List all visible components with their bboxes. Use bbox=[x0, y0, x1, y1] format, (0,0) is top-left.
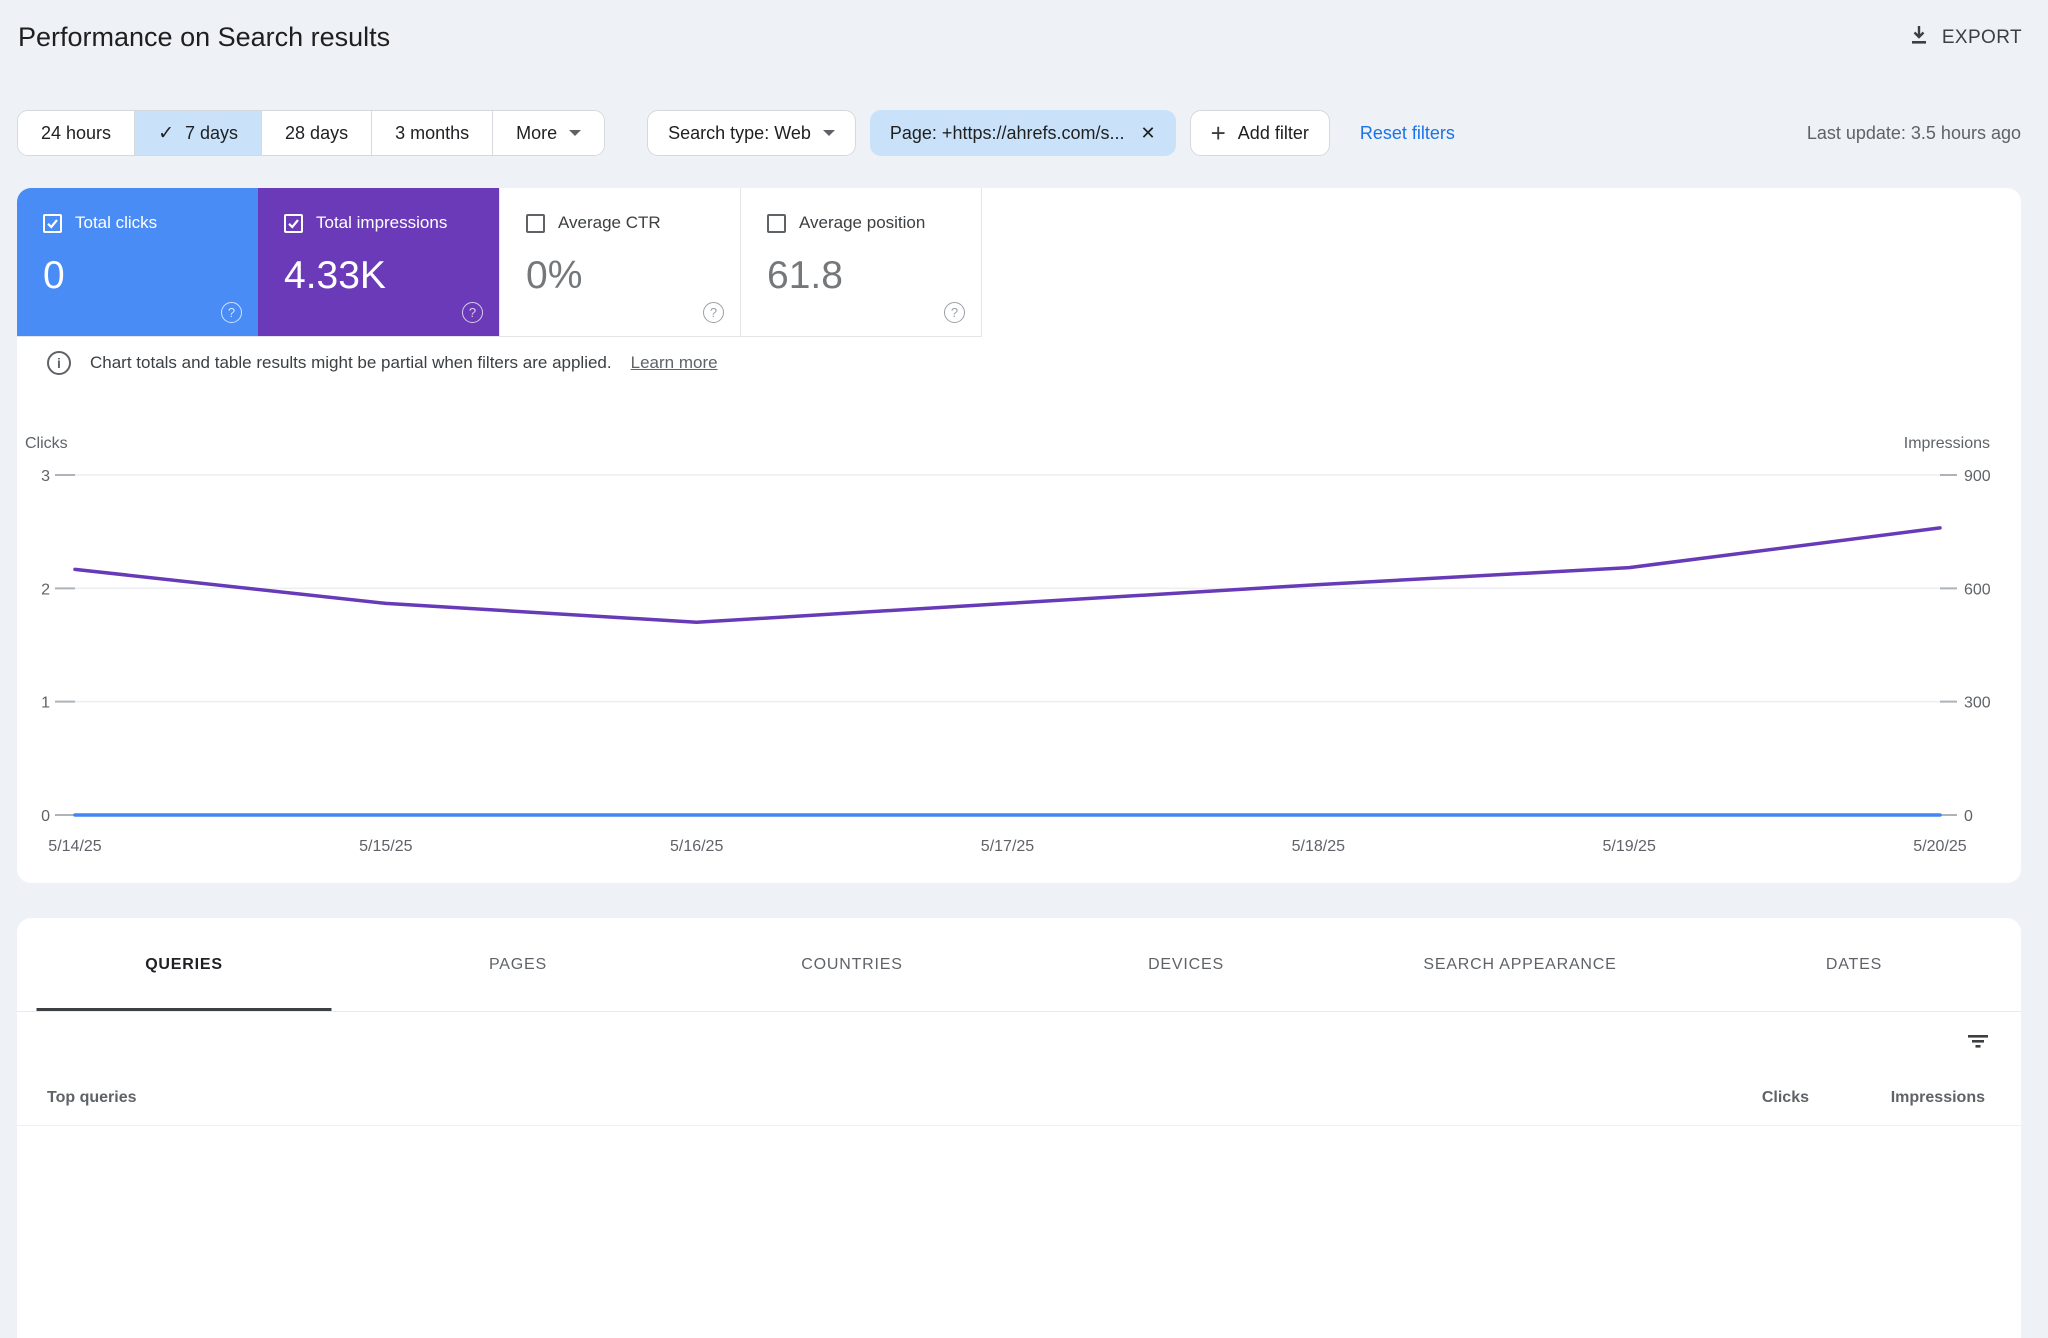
info-icon: i bbox=[47, 351, 71, 375]
scorecard-total-clicks[interactable]: Total clicks 0 ? bbox=[17, 188, 258, 336]
svg-text:5/19/25: 5/19/25 bbox=[1602, 838, 1655, 855]
range-24-hours[interactable]: 24 hours bbox=[18, 111, 135, 155]
scorecard-label: Average position bbox=[799, 213, 926, 232]
tab-queries[interactable]: QUERIES bbox=[17, 918, 351, 1011]
chevron-down-icon bbox=[822, 130, 835, 136]
column-impressions[interactable]: Impressions bbox=[1809, 1089, 1985, 1107]
filter-toolbar: 24 hours ✓ 7 days 28 days 3 months More … bbox=[17, 110, 2021, 156]
check-icon: ✓ bbox=[158, 122, 174, 144]
scorecard-label: Average CTR bbox=[558, 213, 661, 232]
tab-devices[interactable]: DEVICES bbox=[1019, 918, 1353, 1011]
performance-chart-card: Total clicks 0 ? Total impressions 4.33K… bbox=[17, 188, 2021, 883]
svg-text:5/18/25: 5/18/25 bbox=[1292, 838, 1345, 855]
page-filter-chip[interactable]: Page: +https://ahrefs.com/s... ✕ bbox=[869, 110, 1176, 156]
performance-chart: 3 900 2 600 1 300 0 0 Clicks Impressions 5/14/25 5/… bbox=[25, 435, 1991, 855]
scorecard-value: 61.8 bbox=[767, 254, 843, 297]
svg-text:5/15/25: 5/15/25 bbox=[359, 838, 412, 855]
tab-countries[interactable]: COUNTRIES bbox=[685, 918, 1019, 1011]
checkbox-checked-icon[interactable] bbox=[43, 213, 62, 233]
range-28-days[interactable]: 28 days bbox=[261, 111, 372, 155]
svg-text:1: 1 bbox=[41, 695, 50, 712]
svg-text:900: 900 bbox=[1964, 468, 1991, 485]
export-button[interactable]: EXPORT bbox=[1908, 24, 2022, 52]
range-more[interactable]: More bbox=[492, 111, 605, 155]
reset-filters-link[interactable]: Reset filters bbox=[1360, 123, 1455, 144]
scorecard-average-ctr[interactable]: Average CTR 0% ? bbox=[499, 188, 740, 336]
help-icon[interactable]: ? bbox=[944, 302, 965, 323]
table-filter-button[interactable] bbox=[1963, 1026, 1993, 1056]
table-filter-row bbox=[17, 1012, 2021, 1070]
svg-text:Clicks: Clicks bbox=[25, 435, 68, 452]
svg-text:0: 0 bbox=[41, 808, 50, 825]
partial-data-notice: i Chart totals and table results might b… bbox=[47, 351, 718, 375]
column-clicks[interactable]: Clicks bbox=[1649, 1089, 1809, 1107]
scorecard-value: 0% bbox=[526, 254, 583, 297]
active-tab-underline bbox=[36, 1008, 332, 1011]
scorecard-label: Total clicks bbox=[75, 213, 158, 232]
results-table-card: QUERIES PAGES COUNTRIES DEVICES SEARCH A… bbox=[17, 918, 2021, 1338]
checkbox-checked-icon[interactable] bbox=[284, 213, 303, 233]
learn-more-link[interactable]: Learn more bbox=[631, 353, 718, 373]
last-update-text: Last update: 3.5 hours ago bbox=[1806, 122, 2021, 143]
page-title: Performance on Search results bbox=[18, 22, 391, 52]
scorecard-value: 0 bbox=[43, 254, 65, 297]
chart-area: 3 900 2 600 1 300 0 0 Clicks Impressions 5/14/25 5/… bbox=[17, 418, 2021, 878]
tab-dates[interactable]: DATES bbox=[1687, 918, 2021, 1011]
svg-text:5/14/25: 5/14/25 bbox=[48, 838, 101, 855]
svg-text:0: 0 bbox=[1964, 808, 1973, 825]
notice-text: Chart totals and table results might be … bbox=[90, 353, 612, 372]
checkbox-unchecked-icon[interactable] bbox=[767, 213, 786, 233]
chevron-down-icon bbox=[569, 130, 582, 136]
svg-text:5/20/25: 5/20/25 bbox=[1913, 838, 1966, 855]
tab-search-appearance[interactable]: SEARCH APPEARANCE bbox=[1353, 918, 1687, 1011]
svg-text:5/16/25: 5/16/25 bbox=[670, 838, 723, 855]
scorecard-label: Total impressions bbox=[316, 213, 448, 232]
svg-text:3: 3 bbox=[41, 468, 50, 485]
date-range-group: 24 hours ✓ 7 days 28 days 3 months More bbox=[17, 110, 606, 156]
svg-text:5/17/25: 5/17/25 bbox=[981, 838, 1034, 855]
table-tabs: QUERIES PAGES COUNTRIES DEVICES SEARCH A… bbox=[17, 918, 2021, 1012]
scorecard-strip: Total clicks 0 ? Total impressions 4.33K… bbox=[17, 188, 982, 337]
help-icon[interactable]: ? bbox=[462, 302, 483, 323]
range-7-days[interactable]: ✓ 7 days bbox=[134, 111, 262, 155]
checkbox-unchecked-icon[interactable] bbox=[526, 213, 545, 233]
help-icon[interactable]: ? bbox=[221, 302, 242, 323]
export-label: EXPORT bbox=[1941, 27, 2022, 48]
search-type-chip[interactable]: Search type: Web bbox=[647, 110, 856, 156]
table-header-row: Top queries Clicks Impressions bbox=[17, 1070, 2021, 1126]
help-icon[interactable]: ? bbox=[703, 302, 724, 323]
svg-text:2: 2 bbox=[41, 581, 50, 598]
column-top-queries: Top queries bbox=[47, 1088, 137, 1106]
svg-text:300: 300 bbox=[1964, 695, 1991, 712]
svg-text:600: 600 bbox=[1964, 581, 1991, 598]
scorecard-value: 4.33K bbox=[284, 254, 386, 297]
tab-pages[interactable]: PAGES bbox=[351, 918, 685, 1011]
filter-funnel-icon bbox=[1963, 1035, 1993, 1059]
svg-text:Impressions: Impressions bbox=[1904, 435, 1990, 452]
close-icon[interactable]: ✕ bbox=[1141, 123, 1156, 144]
scorecard-total-impressions[interactable]: Total impressions 4.33K ? bbox=[258, 188, 499, 336]
range-3-months[interactable]: 3 months bbox=[371, 111, 493, 155]
download-icon bbox=[1908, 24, 1930, 52]
add-filter-button[interactable]: + Add filter bbox=[1189, 110, 1330, 156]
scorecard-average-position[interactable]: Average position 61.8 ? bbox=[740, 188, 981, 336]
plus-icon: + bbox=[1210, 118, 1226, 148]
